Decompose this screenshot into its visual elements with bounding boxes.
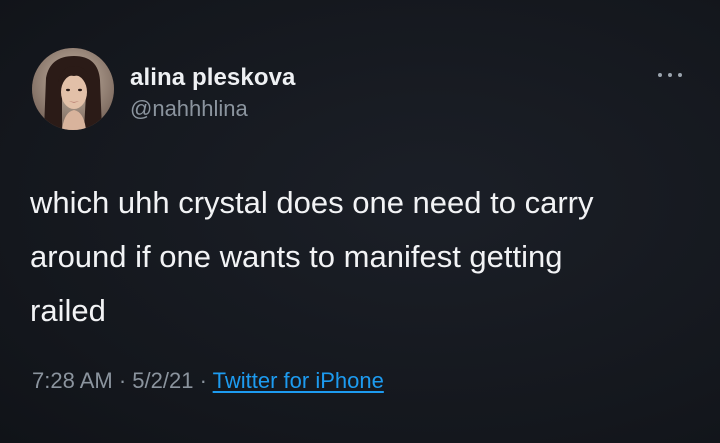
more-horizontal-icon-dot <box>678 73 682 77</box>
tweet-date[interactable]: 5/2/21 <box>132 368 193 393</box>
tweet-text: which uhh crystal does one need to carry… <box>30 176 700 338</box>
tweet-card: alina pleskova @nahhhlina which uhh crys… <box>0 0 720 443</box>
avatar[interactable] <box>32 48 114 130</box>
tweet-time[interactable]: 7:28 AM <box>32 368 113 393</box>
separator: · <box>118 368 127 393</box>
author-name[interactable]: alina pleskova <box>130 64 296 92</box>
avatar-photo <box>32 48 114 130</box>
more-horizontal-icon <box>658 73 662 77</box>
tweet-text-line: which uhh crystal does one need to carry <box>30 185 594 220</box>
tweet-source-link[interactable]: Twitter for iPhone <box>213 368 384 393</box>
tweet-text-line: around if one wants to manifest getting <box>30 239 563 274</box>
tweet-metadata: 7:28 AM · 5/2/21 · Twitter for iPhone <box>32 368 384 394</box>
separator: · <box>199 368 207 393</box>
more-options-button[interactable] <box>656 68 686 82</box>
author-handle[interactable]: @nahhhlina <box>130 96 248 122</box>
tweet-text-line: railed <box>30 293 106 328</box>
more-horizontal-icon-dot <box>668 73 672 77</box>
